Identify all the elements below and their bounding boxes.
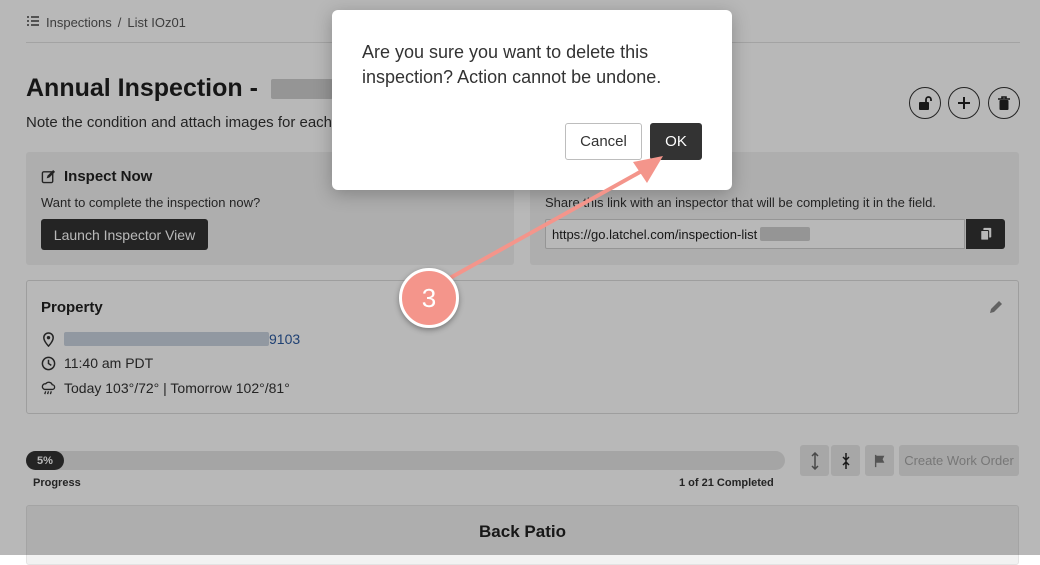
- annotation-arrow: [448, 156, 663, 280]
- step-number-badge: 3: [399, 268, 459, 328]
